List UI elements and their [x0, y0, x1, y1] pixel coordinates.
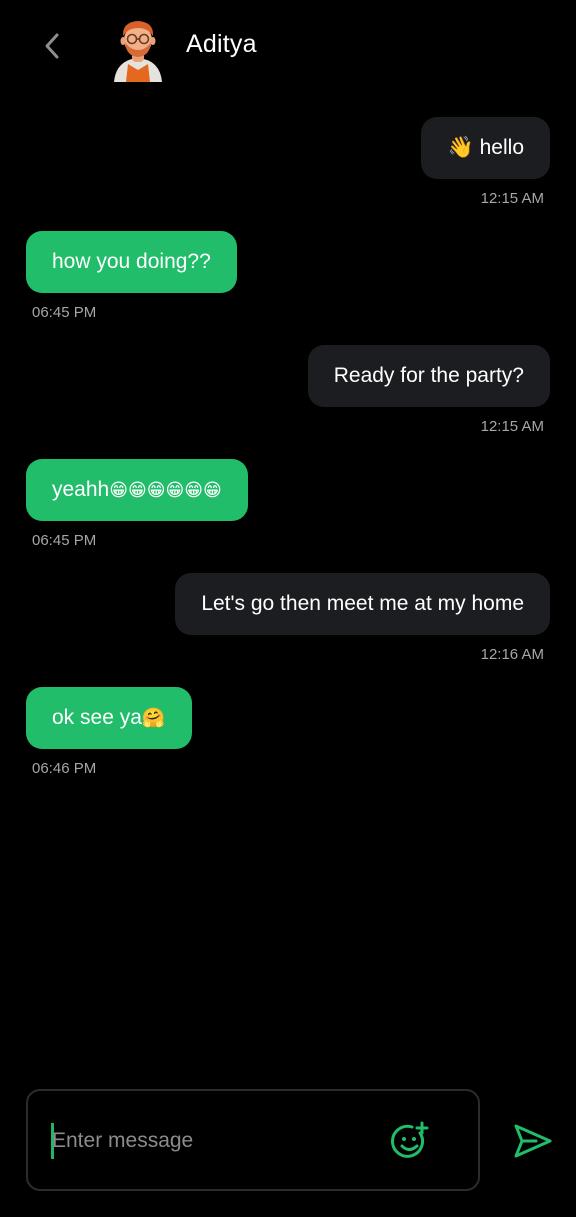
message-input[interactable] [52, 1119, 382, 1163]
contact-name[interactable]: Aditya [186, 30, 257, 59]
message-text: Ready for the party? [333, 364, 524, 387]
message-bubble-incoming[interactable]: how you doing?? [26, 231, 237, 293]
avatar[interactable] [110, 16, 166, 82]
message-timestamp: 06:45 PM [32, 532, 97, 549]
grinning-emoji-group: 😁😁😁😁😁😁 [109, 479, 222, 500]
avatar-illustration [114, 21, 162, 82]
message-bubble-incoming[interactable]: ok see ya 🤗 [26, 687, 192, 749]
back-button[interactable] [34, 26, 70, 66]
message-bubble-outgoing[interactable]: Ready for the party? [307, 345, 550, 407]
message-timestamp: 12:16 AM [480, 646, 544, 663]
hugging-face-emoji: 🤗 [141, 708, 166, 729]
message-timestamp: 12:15 AM [480, 418, 544, 435]
message-text: ok see ya [52, 706, 142, 729]
chevron-left-icon [45, 33, 59, 59]
send-icon [514, 1124, 552, 1158]
message-text: hello [479, 136, 524, 159]
message-bubble-incoming[interactable]: yeahh 😁😁😁😁😁😁 [26, 459, 248, 521]
message-timestamp: 06:45 PM [32, 304, 97, 321]
message-text: how you doing?? [52, 250, 211, 273]
send-button[interactable] [512, 1120, 554, 1162]
emoji-button[interactable] [390, 1121, 430, 1161]
message-timestamp: 12:15 AM [480, 190, 544, 207]
message-bubble-outgoing[interactable]: Let's go then meet me at my home [175, 573, 550, 635]
chat-header: Aditya [0, 0, 576, 92]
chat-screen: Aditya 👋 hello 12:15 AM how you doing?? … [0, 0, 576, 1217]
message-timestamp: 06:46 PM [32, 760, 97, 777]
message-text: yeahh [52, 478, 110, 501]
message-text: Let's go then meet me at my home [201, 592, 524, 615]
message-composer [26, 1089, 480, 1191]
message-bubble-outgoing[interactable]: 👋 hello [421, 117, 550, 179]
emoji-add-icon [391, 1121, 429, 1158]
waving-hand-emoji: 👋 [447, 136, 474, 159]
